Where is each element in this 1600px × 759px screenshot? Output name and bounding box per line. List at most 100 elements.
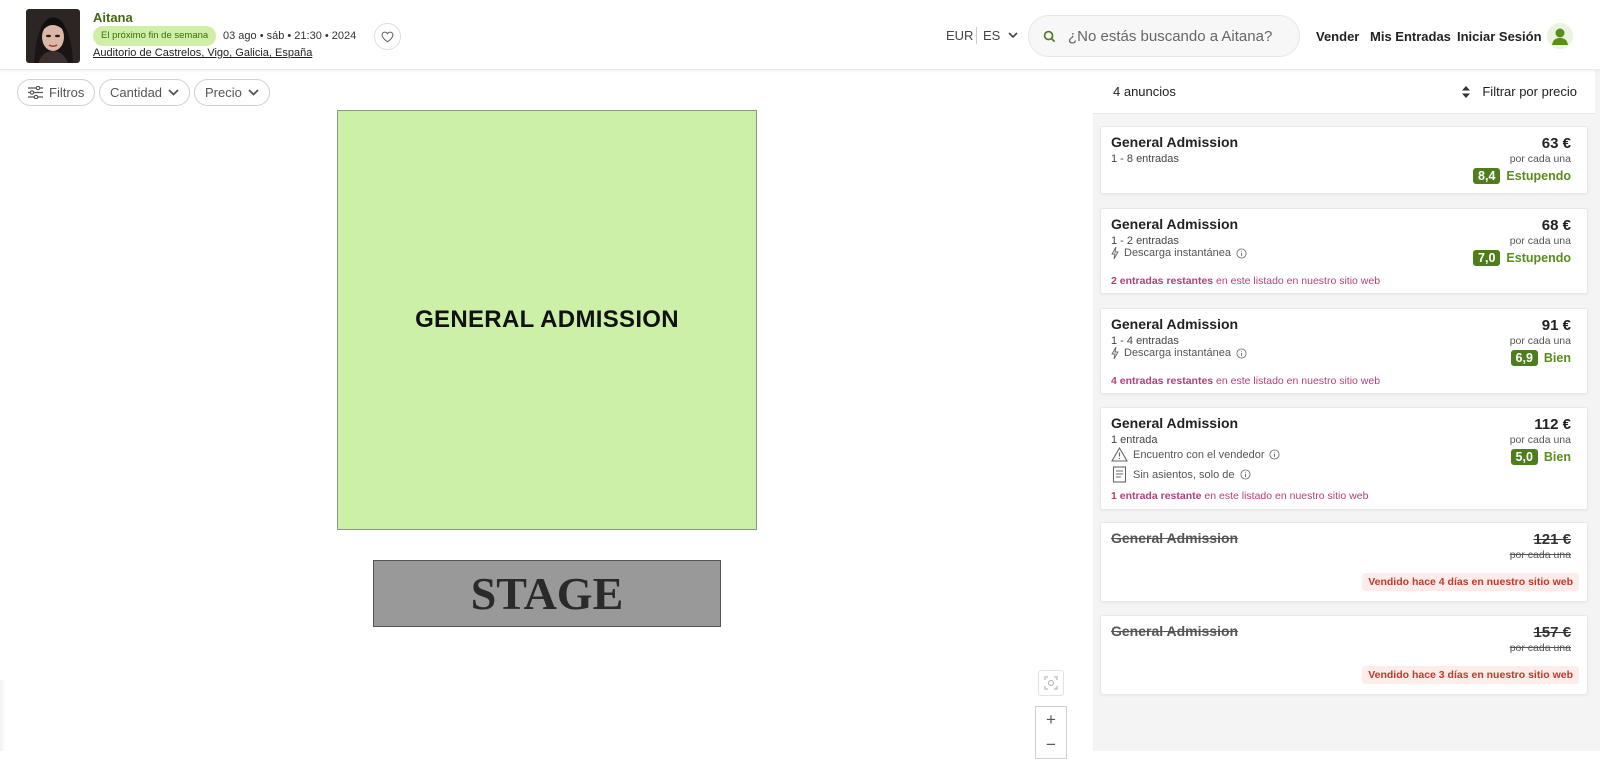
- sold-listing-card: General Admission 121 € por cada una Ven…: [1100, 522, 1588, 602]
- user-avatar-button[interactable]: [1547, 23, 1573, 49]
- info-icon[interactable]: [1236, 247, 1247, 259]
- rating: 8,4 Estupendo: [1473, 168, 1571, 184]
- listing-card[interactable]: General Admission 1 - 4 entradas Descarg…: [1100, 308, 1588, 394]
- listing-quantity: 1 - 8 entradas: [1111, 153, 1179, 165]
- listing-name: General Admission: [1111, 530, 1239, 546]
- search-input[interactable]: [1068, 27, 1288, 45]
- price-per-unit: por cada una: [1509, 642, 1571, 654]
- language-selector[interactable]: ES: [983, 28, 1018, 43]
- language-label: ES: [983, 28, 1001, 43]
- listing-count: 4 anuncios: [1113, 84, 1176, 99]
- listing-price: 112 €: [1534, 416, 1571, 433]
- price-per-unit: por cada una: [1509, 335, 1571, 347]
- sell-link[interactable]: Vender: [1316, 29, 1359, 44]
- sort-label: Filtrar por precio: [1482, 84, 1577, 99]
- filters-label: Filtros: [49, 85, 85, 100]
- sort-icon: [1462, 85, 1471, 98]
- price-per-unit: por cada una: [1509, 434, 1571, 446]
- rating: 7,0 Estupendo: [1473, 250, 1571, 266]
- divider: [976, 27, 977, 44]
- search-icon: [1043, 30, 1056, 42]
- price-per-unit: por cada una: [1509, 153, 1571, 165]
- listing-card[interactable]: General Admission 1 entrada Encuentro co…: [1100, 407, 1588, 510]
- listing-name: General Admission: [1111, 415, 1239, 431]
- instant-download-feature: Descarga instantánea: [1111, 347, 1247, 359]
- quantity-dropdown[interactable]: Cantidad: [99, 79, 191, 106]
- rating-label: Bien: [1543, 351, 1571, 365]
- sold-badge: Vendido hace 4 días en nuestro sitio web: [1362, 573, 1579, 591]
- listing-card[interactable]: General Admission 1 - 8 entradas 63 € po…: [1100, 126, 1588, 194]
- rating-score: 7,0: [1473, 250, 1501, 266]
- weekend-badge: El próximo fin de semana: [93, 26, 217, 46]
- rating-label: Estupendo: [1506, 251, 1571, 265]
- feature-label: Descarga instantánea: [1124, 247, 1232, 259]
- chevron-down-icon: [168, 89, 179, 96]
- artist-avatar[interactable]: [26, 9, 80, 63]
- listing-panel-header: 4 anuncios Filtrar por precio: [1093, 70, 1595, 114]
- heart-icon: [381, 31, 394, 43]
- listing-price: 63 €: [1541, 135, 1571, 152]
- rating-label: Bien: [1543, 450, 1571, 464]
- zoom-out-button[interactable]: −: [1035, 732, 1067, 759]
- sort-by-price-button[interactable]: Filtrar por precio: [1462, 84, 1577, 99]
- rating-score: 8,4: [1473, 168, 1501, 184]
- price-per-unit: por cada una: [1509, 235, 1571, 247]
- no-seats-feature: Sin asientos, solo de: [1111, 466, 1251, 483]
- sold-listing-card: General Admission 157 € por cada una Ven…: [1100, 615, 1588, 695]
- listing-price: 68 €: [1541, 217, 1571, 234]
- price-per-unit: por cada una: [1509, 549, 1571, 561]
- feature-label: Sin asientos, solo de: [1133, 468, 1235, 481]
- info-icon[interactable]: [1269, 449, 1281, 460]
- rating: 6,9 Bien: [1510, 350, 1571, 366]
- currency-selector[interactable]: EUR: [946, 28, 973, 43]
- event-title[interactable]: Aitana: [93, 10, 133, 25]
- remaining-tickets: 4 entradas restantes en este listado en …: [1111, 375, 1381, 387]
- listing-price: 91 €: [1541, 317, 1571, 334]
- zoom-in-button[interactable]: +: [1035, 706, 1067, 733]
- chevron-down-icon: [1008, 32, 1018, 39]
- fit-screen-icon: [1044, 676, 1058, 690]
- general-admission-section[interactable]: GENERAL ADMISSION: [337, 110, 757, 530]
- top-header: Aitana El próximo fin de semana 03 ago •…: [0, 0, 1600, 70]
- sliders-icon: [28, 86, 43, 99]
- listing-quantity: 1 - 4 entradas: [1111, 335, 1179, 347]
- my-tickets-link[interactable]: Mis Entradas: [1370, 29, 1451, 44]
- quantity-label: Cantidad: [110, 85, 163, 100]
- listing-quantity: 1 entrada: [1111, 434, 1158, 446]
- document-icon: [1112, 466, 1127, 483]
- info-icon[interactable]: [1236, 347, 1247, 359]
- search-bar[interactable]: [1028, 15, 1300, 57]
- fit-view-button[interactable]: [1038, 670, 1064, 696]
- listing-quantity: 1 - 2 entradas: [1111, 235, 1179, 247]
- chevron-down-icon: [248, 89, 259, 96]
- remaining-tickets: 1 entrada restante en este listado en nu…: [1111, 490, 1369, 502]
- feature-label: Encuentro con el vendedor: [1133, 448, 1265, 461]
- instant-download-feature: Descarga instantánea: [1111, 247, 1247, 259]
- filters-button[interactable]: Filtros: [17, 79, 96, 106]
- lightning-icon: [1111, 247, 1119, 259]
- stage-label: STAGE: [470, 568, 624, 619]
- favorite-button[interactable]: [374, 23, 401, 50]
- listing-price: 121 €: [1533, 531, 1571, 548]
- info-icon[interactable]: [1239, 469, 1251, 480]
- remaining-tickets: 2 entradas restantes en este listado en …: [1111, 275, 1381, 287]
- login-link[interactable]: Iniciar Sesión: [1457, 29, 1542, 44]
- edge-shadow: [0, 680, 6, 751]
- price-dropdown[interactable]: Precio: [194, 79, 270, 106]
- rating: 5,0 Bien: [1510, 449, 1571, 465]
- listing-name: General Admission: [1111, 316, 1239, 332]
- listing-name: General Admission: [1111, 134, 1239, 150]
- sold-badge: Vendido hace 3 días en nuestro sitio web: [1362, 666, 1579, 684]
- event-venue-link[interactable]: Auditorio de Castrelos, Vigo, Galicia, E…: [93, 47, 312, 59]
- price-label: Precio: [205, 85, 242, 100]
- listing-price: 157 €: [1533, 624, 1571, 641]
- meet-seller-feature: Encuentro con el vendedor: [1111, 447, 1281, 462]
- lightning-icon: [1111, 347, 1119, 359]
- user-icon: [1547, 23, 1573, 49]
- warning-icon: [1111, 447, 1128, 462]
- feature-label: Descarga instantánea: [1124, 347, 1232, 359]
- listing-name: General Admission: [1111, 216, 1239, 232]
- listing-card[interactable]: General Admission 1 - 2 entradas Descarg…: [1100, 208, 1588, 294]
- rating-score: 5,0: [1510, 449, 1538, 465]
- rating-label: Estupendo: [1506, 169, 1571, 183]
